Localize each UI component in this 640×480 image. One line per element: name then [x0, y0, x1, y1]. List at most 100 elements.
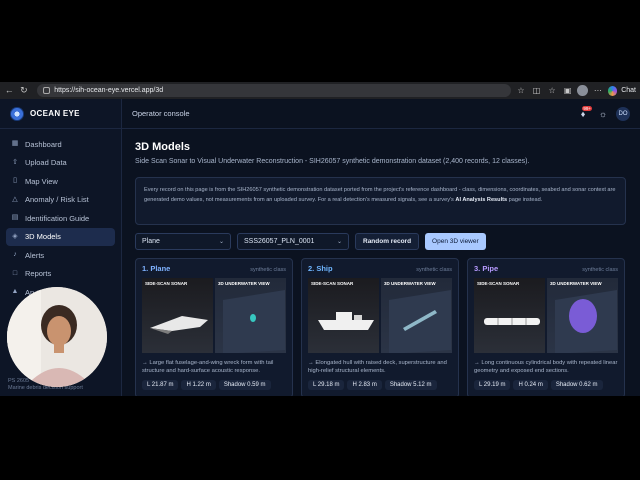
cube-icon: ◈ [12, 232, 18, 240]
sidebar-item-dashboard[interactable]: ▦ Dashboard [6, 135, 115, 154]
record-select[interactable]: SSS26057_PLN_0001 ⌄ [237, 233, 349, 250]
sidebar-item-label: Reports [25, 269, 52, 279]
model-cards: 1. Plane synthetic class SIDE-SCAN SONAR [135, 258, 626, 396]
underwater-label: 3D UNDERWATER VIEW [550, 281, 602, 286]
ai-analysis-results-link[interactable]: AI Analysis Results [455, 197, 507, 203]
card-description: → Long continuous cylindrical body with … [474, 360, 618, 374]
sidebar-item-label: Alerts [25, 250, 45, 260]
page-title: 3D Models [135, 141, 191, 153]
random-record-button[interactable]: Random record [355, 233, 420, 250]
favorite-star-icon[interactable]: ☆ [515, 85, 527, 97]
plane-sonar-shape [150, 316, 208, 334]
class-select-value: Plane [142, 238, 160, 245]
page-subtitle: Side Scan Sonar to Visual Underwater Rec… [135, 158, 530, 165]
model-card-plane[interactable]: 1. Plane synthetic class SIDE-SCAN SONAR [135, 258, 293, 396]
model-card-pipe[interactable]: 3. Pipe synthetic class SIDE-SCAN SONAR [467, 258, 625, 396]
address-bar[interactable]: https://sih-ocean-eye.vercel.app/3d [37, 84, 512, 97]
card-description: → Large flat fuselage-and-wing wreck for… [142, 360, 274, 374]
shadow-stat: Shadow 0.62 m [550, 380, 603, 390]
chart-icon: ▲ [11, 288, 19, 296]
sidebar-item-3d-models[interactable]: ◈ 3D Models [6, 227, 115, 246]
favorites-icon[interactable]: ☆ [546, 85, 558, 97]
underwater-view: 3D UNDERWATER VIEW [215, 278, 286, 353]
sonar-label: SIDE-SCAN SONAR [477, 281, 520, 286]
presenter-video [7, 287, 107, 387]
length-stat: L 21.87 m [142, 380, 179, 390]
class-select[interactable]: Plane ⌄ [135, 233, 231, 250]
sidebar-item-label: Anomaly / Risk List [25, 195, 89, 205]
bell-icon: ♪ [13, 251, 17, 259]
shadow-stat: Shadow 5.12 m [384, 380, 437, 390]
card-tag: synthetic class [582, 267, 618, 273]
length-stat: L 29.19 m [474, 380, 511, 390]
upload-icon: ⇧ [12, 158, 18, 166]
ocean-eye-logo [10, 106, 24, 121]
sidebar-item-label: Upload Data [25, 158, 67, 168]
card-tag: synthetic class [250, 267, 286, 273]
notifications-bell-icon[interactable]: ♦ 99+ [576, 105, 592, 121]
ship-sonar-shape [318, 312, 374, 330]
page-content: 3D Models Side Scan Sonar to Visual Unde… [122, 129, 640, 396]
user-avatar[interactable]: DO [616, 106, 630, 121]
notice-text: Every record on this page is from the SI… [144, 187, 616, 203]
report-icon: □ [12, 269, 18, 277]
underwater-view: 3D UNDERWATER VIEW [381, 278, 452, 353]
sidebar-item-map-view[interactable]: ▯ Map View [6, 172, 115, 191]
length-stat: L 29.18 m [308, 380, 345, 390]
theme-toggle-sun-icon[interactable]: ☼ [596, 107, 610, 121]
reload-icon[interactable]: ↻ [19, 85, 30, 96]
footer-tagline: Marine debris decision support [8, 385, 83, 391]
webcam-overlay [7, 287, 107, 387]
underwater-label: 3D UNDERWATER VIEW [218, 281, 270, 286]
top-bar: Operator console ♦ 99+ ☼ DO [122, 99, 640, 129]
height-stat: H 1.22 m [181, 380, 216, 390]
pipe-sonar-shape [484, 318, 540, 325]
sidebar-item-label: Map View [25, 176, 58, 186]
chevron-down-icon: ⌄ [218, 239, 224, 245]
sidebar-item-identification-guide[interactable]: ▤ Identification Guide [6, 209, 115, 228]
warning-icon: △ [12, 195, 18, 203]
pipe-3d-shape [555, 290, 617, 353]
ship-3d-shape [389, 290, 451, 353]
open-3d-viewer-button[interactable]: Open 3D viewer [425, 233, 486, 250]
dataset-notice: Every record on this page is from the SI… [135, 177, 626, 225]
chevron-down-icon: ⌄ [336, 239, 342, 245]
record-select-value: SSS26057_PLN_0001 [244, 238, 315, 245]
sidebar-item-label: Dashboard [25, 139, 62, 149]
more-menu-icon[interactable]: ⋯ [592, 85, 604, 97]
sonar-image: SIDE-SCAN SONAR [308, 278, 379, 353]
sidebar-item-label: 3D Models [25, 232, 61, 242]
sonar-label: SIDE-SCAN SONAR [311, 281, 354, 286]
sidebar-item-upload-data[interactable]: ⇧ Upload Data [6, 154, 115, 173]
sonar-image: SIDE-SCAN SONAR [142, 278, 213, 353]
sidebar-item-label: Identification Guide [25, 213, 90, 223]
brand-name: OCEAN EYE [30, 109, 80, 118]
card-description: → Elongated hull with raised deck, super… [308, 360, 447, 374]
sidebar-item-reports[interactable]: □ Reports [6, 265, 115, 284]
copilot-icon[interactable] [607, 85, 618, 96]
notification-badge: 99+ [582, 105, 592, 111]
console-label: Operator console [132, 109, 190, 118]
split-screen-icon[interactable]: ◫ [531, 85, 543, 97]
card-title: 3. Pipe [474, 264, 499, 273]
profile-avatar[interactable] [577, 85, 589, 96]
plane-3d-shape [223, 290, 285, 353]
site-info-icon[interactable] [43, 87, 51, 94]
sonar-label: SIDE-SCAN SONAR [145, 281, 188, 286]
brand[interactable]: OCEAN EYE [0, 99, 121, 129]
sidebar-item-alerts[interactable]: ♪ Alerts [6, 246, 115, 265]
collections-icon[interactable]: ▣ [562, 85, 574, 97]
sidebar-nav: ▦ Dashboard ⇧ Upload Data ▯ Map View △ Anoma… [0, 129, 121, 308]
book-icon: ▤ [11, 214, 19, 222]
back-icon[interactable]: ← [4, 85, 15, 96]
underwater-view: 3D UNDERWATER VIEW [547, 278, 618, 353]
model-card-ship[interactable]: 2. Ship synthetic class SIDE-SCAN SONAR [301, 258, 459, 396]
underwater-label: 3D UNDERWATER VIEW [384, 281, 436, 286]
card-tag: synthetic class [416, 267, 452, 273]
height-stat: H 2.83 m [347, 380, 382, 390]
chat-button[interactable]: Chat [621, 87, 636, 94]
sonar-image: SIDE-SCAN SONAR [474, 278, 545, 353]
controls-row: Plane ⌄ SSS26057_PLN_0001 ⌄ Random recor… [135, 233, 626, 250]
map-icon: ▯ [13, 177, 17, 185]
sidebar-item-anomaly-risk-list[interactable]: △ Anomaly / Risk List [6, 191, 115, 210]
